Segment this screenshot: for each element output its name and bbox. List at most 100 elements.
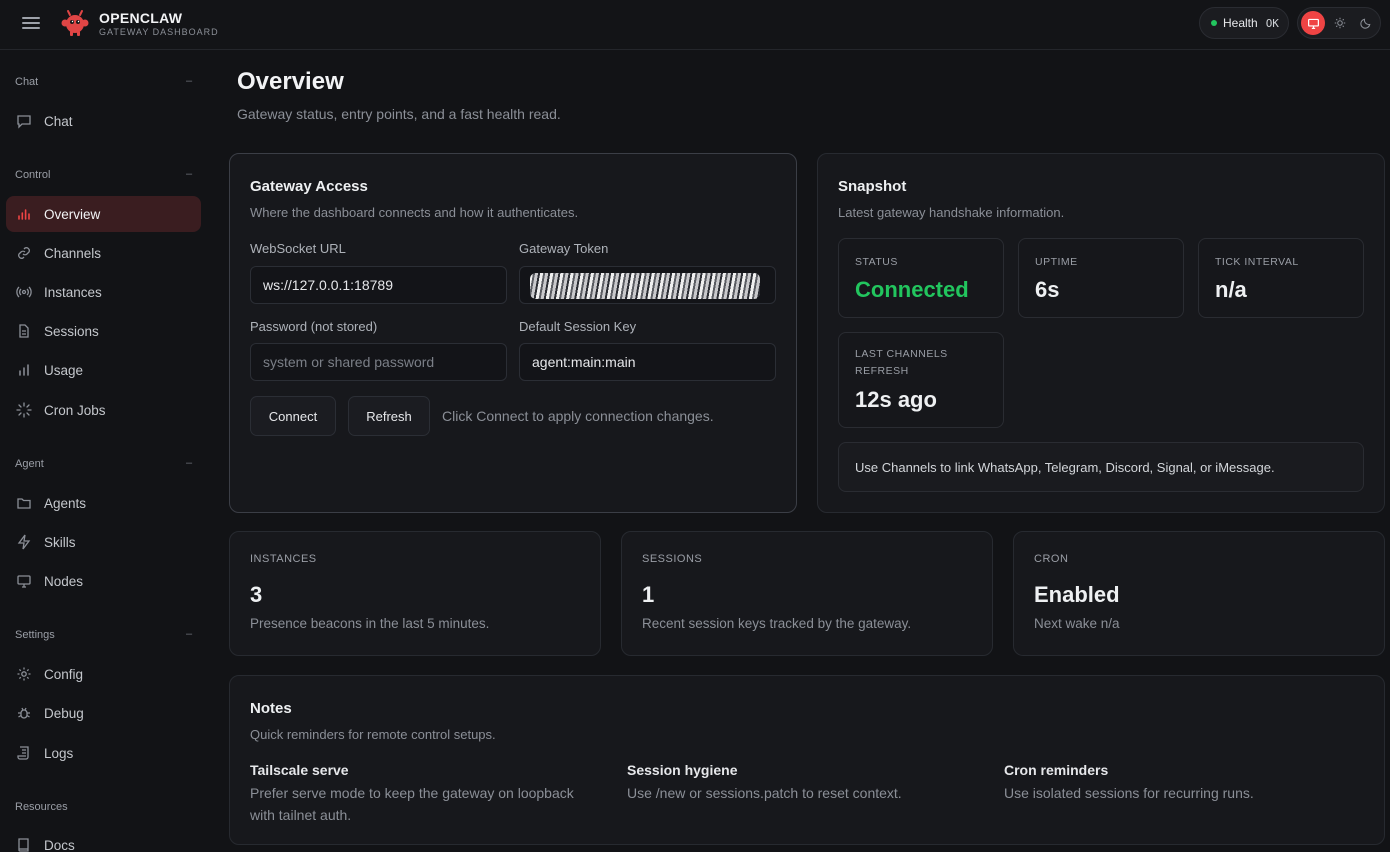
sidebar-group-agent[interactable]: Agent — [15, 458, 44, 470]
theme-light-button[interactable] — [1328, 11, 1352, 35]
password-label: Password (not stored) — [250, 319, 378, 334]
sidebar-group-control[interactable]: Control — [15, 169, 50, 181]
bar-chart-icon — [19, 364, 29, 376]
sidebar-group-chat[interactable]: Chat — [15, 76, 38, 88]
sidebar-item-instances[interactable]: Instances — [6, 274, 201, 310]
metric-label: SESSIONS — [642, 553, 703, 565]
book-icon — [18, 838, 29, 852]
loader-icon — [16, 402, 32, 418]
sidebar: Chat – Chat Control – Overview Channels … — [0, 51, 215, 852]
sidebar-item-config[interactable]: Config — [6, 656, 201, 692]
connect-button[interactable]: Connect — [250, 396, 336, 436]
sidebar-item-cron-jobs[interactable]: Cron Jobs — [6, 392, 201, 428]
health-value: OK — [1265, 16, 1279, 30]
sidebar-item-label: Nodes — [44, 573, 84, 589]
notes-card: Notes Quick reminders for remote control… — [229, 675, 1385, 845]
sidebar-item-channels[interactable]: Channels — [6, 235, 201, 271]
uptime-stat: UPTIME 6s — [1018, 238, 1184, 318]
sidebar-group-resources[interactable]: Resources — [15, 801, 68, 813]
sidebar-item-chat[interactable]: Chat — [6, 103, 201, 139]
card-title: Snapshot — [838, 178, 907, 195]
sidebar-item-usage[interactable]: Usage — [6, 352, 201, 388]
stat-label: STATUS — [855, 256, 898, 268]
sidebar-item-debug[interactable]: Debug — [6, 695, 201, 731]
password-input[interactable] — [250, 343, 507, 381]
status-value: Connected — [855, 277, 969, 302]
last-refresh-value: 12s ago — [855, 387, 937, 412]
stat-label: TICK INTERVAL — [1215, 256, 1299, 268]
sidebar-item-logs[interactable]: Logs — [6, 735, 201, 771]
collapse-icon[interactable]: – — [186, 628, 192, 640]
metric-description: Next wake n/a — [1034, 616, 1120, 631]
stat-label-line-1: LAST CHANNELS — [855, 348, 948, 360]
menu-icon[interactable] — [22, 15, 40, 31]
sidebar-item-sessions[interactable]: Sessions — [6, 313, 201, 349]
sidebar-item-agents[interactable]: Agents — [6, 485, 201, 521]
status-stat: STATUS Connected — [838, 238, 1004, 318]
radio-icon — [16, 286, 32, 298]
tick-interval-value: n/a — [1215, 277, 1247, 302]
monitor-icon — [1307, 18, 1319, 29]
moon-icon — [1360, 18, 1371, 29]
top-bar: OPENCLAW GATEWAY DASHBOARD Health OK — [0, 0, 1390, 50]
metric-value: 3 — [250, 582, 263, 607]
sidebar-item-label: Debug — [44, 705, 84, 721]
bar-chart-icon — [18, 209, 30, 220]
card-title: Notes — [250, 700, 292, 717]
collapse-icon[interactable]: – — [186, 75, 192, 87]
sidebar-item-nodes[interactable]: Nodes — [6, 563, 201, 599]
note-session-hygiene: Session hygiene Use /new or sessions.pat… — [627, 762, 977, 804]
sidebar-item-label: Agents — [44, 495, 87, 511]
stat-label: UPTIME — [1035, 256, 1078, 268]
cron-card: CRON Enabled Next wake n/a — [1013, 531, 1385, 656]
scroll-icon — [17, 746, 29, 760]
refresh-button[interactable]: Refresh — [348, 396, 430, 436]
metric-label: INSTANCES — [250, 553, 317, 565]
session-key-input[interactable] — [519, 343, 776, 381]
instances-card: INSTANCES 3 Presence beacons in the last… — [229, 531, 601, 656]
collapse-icon[interactable]: – — [186, 457, 192, 469]
channels-callout: Use Channels to link WhatsApp, Telegram,… — [838, 442, 1364, 492]
theme-switcher — [1297, 7, 1381, 39]
sidebar-item-overview[interactable]: Overview — [6, 196, 201, 232]
health-label: Health — [1223, 16, 1258, 30]
sidebar-item-skills[interactable]: Skills — [6, 524, 201, 560]
theme-dark-button[interactable] — [1354, 11, 1378, 35]
note-text: Use isolated sessions for recurring runs… — [1004, 785, 1254, 801]
note-title: Tailscale serve — [250, 762, 349, 778]
health-pill: Health OK — [1199, 7, 1289, 39]
collapse-icon[interactable]: – — [186, 168, 192, 180]
card-subtitle: Quick reminders for remote control setup… — [250, 727, 496, 742]
message-icon — [17, 115, 31, 129]
sidebar-item-docs[interactable]: Docs — [6, 827, 201, 852]
gateway-access-card: Gateway Access Where the dashboard conne… — [229, 153, 797, 513]
websocket-url-input[interactable] — [250, 266, 507, 304]
link-icon — [18, 247, 30, 259]
theme-system-button[interactable] — [1301, 11, 1325, 35]
redacted-token — [530, 273, 760, 299]
sidebar-item-label: Chat — [44, 113, 73, 129]
metric-value: 1 — [642, 582, 655, 607]
card-subtitle: Latest gateway handshake information. — [838, 205, 1065, 220]
uptime-value: 6s — [1035, 277, 1060, 302]
session-key-label: Default Session Key — [519, 319, 637, 334]
note-title: Session hygiene — [627, 762, 738, 778]
openclaw-logo — [61, 10, 89, 36]
brand-subtitle: GATEWAY DASHBOARD — [99, 27, 219, 37]
sidebar-item-label: Channels — [44, 245, 102, 261]
sidebar-item-label: Sessions — [44, 323, 99, 339]
page-title: Overview — [237, 68, 344, 95]
tick-interval-stat: TICK INTERVAL n/a — [1198, 238, 1364, 318]
sidebar-item-label: Config — [44, 666, 84, 682]
note-title: Cron reminders — [1004, 762, 1109, 778]
zap-icon — [17, 534, 31, 550]
note-text: Use /new or sessions.patch to reset cont… — [627, 785, 902, 801]
health-status-dot — [1211, 20, 1217, 26]
note-cron-reminders: Cron reminders Use isolated sessions for… — [1004, 762, 1354, 804]
sidebar-item-label: Usage — [44, 362, 84, 378]
gateway-token-label: Gateway Token — [519, 241, 609, 256]
metric-description: Presence beacons in the last 5 minutes. — [250, 616, 490, 631]
gateway-token-input[interactable] — [519, 266, 776, 304]
card-title: Gateway Access — [250, 178, 368, 195]
sidebar-group-settings[interactable]: Settings — [15, 629, 55, 641]
